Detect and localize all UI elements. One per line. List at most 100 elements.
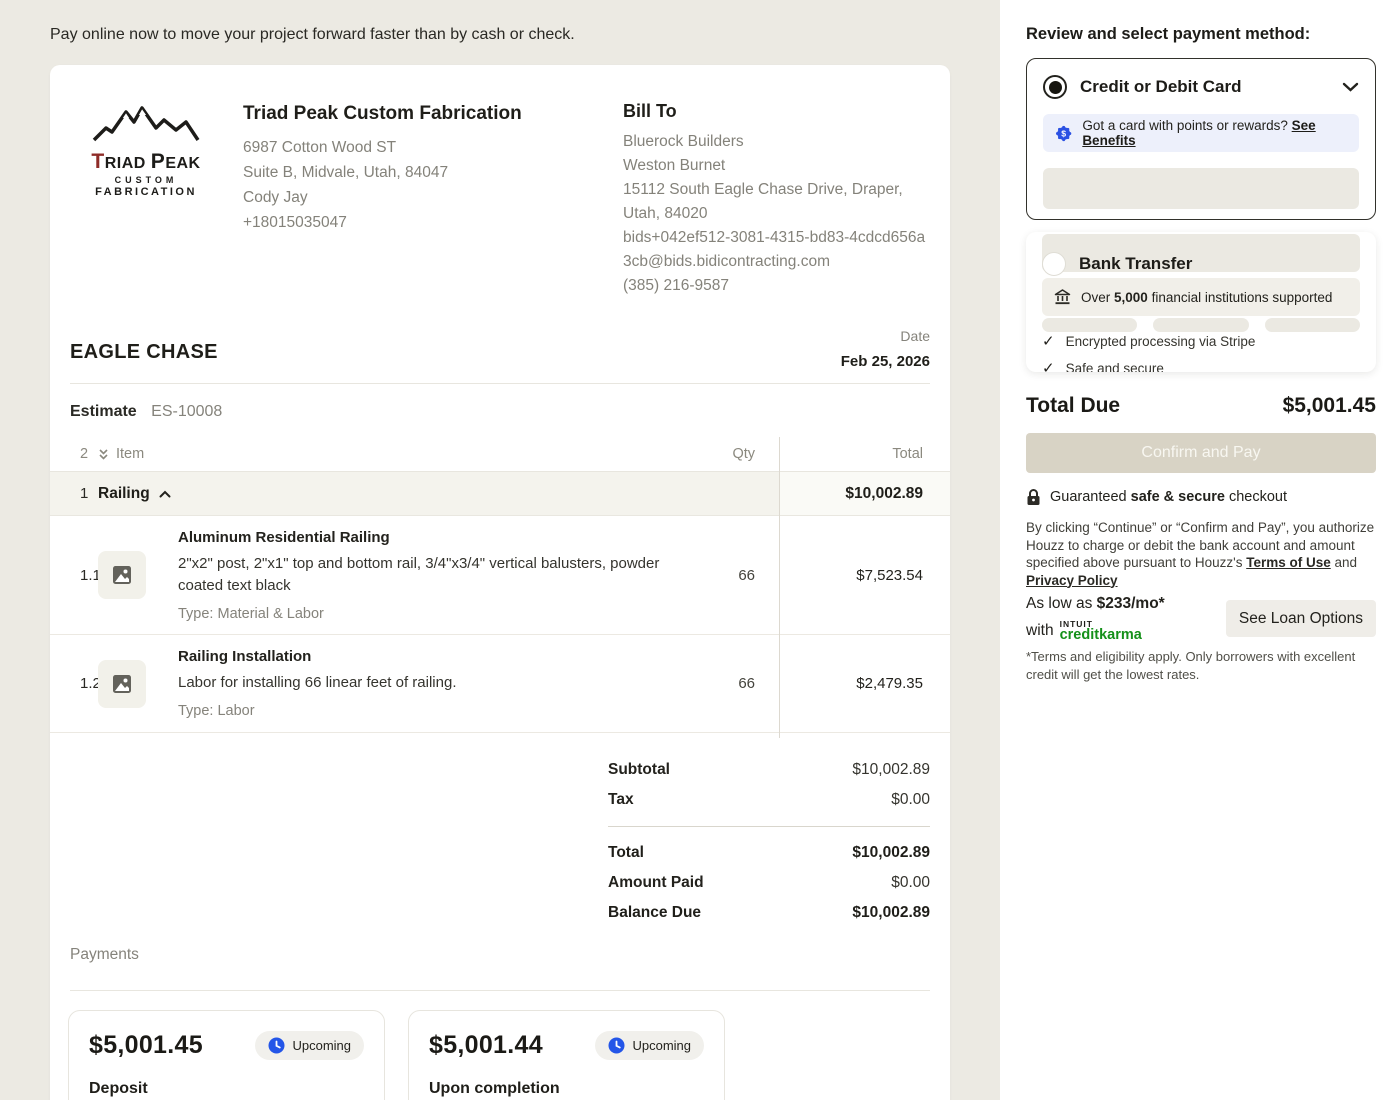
collapse-all-icon[interactable]	[98, 448, 109, 461]
item-total: $2,479.35	[779, 675, 923, 692]
pay-online-banner: Pay online now to move your project forw…	[50, 26, 575, 44]
rewards-text: Got a card with points or rewards?	[1082, 118, 1291, 133]
estimate-label: Estimate	[70, 403, 137, 420]
estimate-number: ES-10008	[151, 403, 222, 420]
chevron-up-icon[interactable]	[159, 490, 171, 498]
payment-schedule: $5,001.45 Upcoming Deposit $5,001.44	[68, 1010, 725, 1100]
item-column-header: Item	[116, 446, 144, 462]
vendor-phone: +18015035047	[243, 210, 553, 235]
and-text: and	[1331, 555, 1357, 570]
terms-of-use-link[interactable]: Terms of Use	[1246, 555, 1331, 570]
confirm-and-pay-button[interactable]: Confirm and Pay	[1026, 433, 1376, 473]
image-placeholder-icon	[112, 565, 132, 585]
feature-safe: Safe and secure	[1066, 361, 1164, 373]
line-items-table: 2 Item Qty Total 1 Railing	[50, 437, 950, 733]
creditkarma-wordmark: creditkarma	[1060, 628, 1142, 643]
feature-encrypted: Encrypted processing via Stripe	[1066, 334, 1256, 349]
bill-to-phone: (385) 216-9587	[623, 274, 930, 298]
total-due-row: Total Due $5,001.45	[1026, 394, 1376, 418]
badge-label: Upcoming	[292, 1038, 351, 1053]
tax-value: $0.00	[891, 791, 930, 809]
check-icon: ✓	[1042, 332, 1055, 350]
image-placeholder-icon	[112, 674, 132, 694]
bill-to-email: bids+042ef512-3081-4315-bd83-4cdcd656a3c…	[623, 226, 930, 274]
item-description: Labor for installing 66 linear feet of r…	[178, 672, 685, 694]
item-total: $7,523.54	[779, 567, 923, 584]
see-loan-options-button[interactable]: See Loan Options	[1226, 600, 1376, 637]
authorization-disclaimer: By clicking “Continue” or “Confirm and P…	[1026, 519, 1378, 589]
badge-label: Upcoming	[632, 1038, 691, 1053]
item-type: Type: Material & Labor	[178, 606, 685, 622]
payment-card-deposit: $5,001.45 Upcoming Deposit	[68, 1010, 385, 1100]
institutions-prefix: Over	[1081, 290, 1114, 305]
line-item-row: 1.1 Aluminum Residential Railing 2"x2" p…	[50, 516, 950, 635]
item-description: 2"x2" post, 2"x1" top and bottom rail, 3…	[178, 553, 685, 597]
item-index: 1.2	[50, 675, 98, 692]
check-icon: ✓	[1042, 359, 1055, 372]
bank-transfer-label: Bank Transfer	[1079, 254, 1192, 274]
vendor-address-line1: 6987 Cotton Wood ST	[243, 135, 553, 160]
payment-card-completion: $5,001.44 Upcoming Upon completion	[408, 1010, 725, 1100]
item-index: 1.1	[50, 567, 98, 584]
loan-prefix: As low as	[1026, 595, 1097, 612]
invoice-header: Triad Peak CUSTOM FABRICATION Triad Peak…	[85, 98, 930, 298]
loan-fine-print: *Terms and eligibility apply. Only borro…	[1026, 648, 1378, 683]
table-row-count: 2	[50, 446, 98, 462]
total-due-label: Total Due	[1026, 394, 1120, 418]
bill-to-section: Bill To Bluerock Builders Weston Burnet …	[623, 98, 930, 298]
bill-to-address: 15112 South Eagle Chase Drive, Draper, U…	[623, 178, 930, 226]
logo-fabrication-text: FABRICATION	[85, 186, 207, 198]
item-qty: 66	[695, 675, 755, 692]
credit-card-label: Credit or Debit Card	[1080, 77, 1242, 97]
amount-paid-label: Amount Paid	[608, 874, 704, 892]
invoice-card: Triad Peak CUSTOM FABRICATION Triad Peak…	[50, 65, 950, 1100]
payment-label: Upon completion	[429, 1080, 704, 1098]
vendor-address-line2: Suite B, Midvale, Utah, 84047	[243, 160, 553, 185]
vendor-logo: Triad Peak CUSTOM FABRICATION	[85, 98, 207, 298]
payment-method-heading: Review and select payment method:	[1026, 25, 1310, 44]
guarantee-bold: safe & secure	[1131, 489, 1225, 505]
group-name: Railing	[98, 485, 150, 503]
invoice-pane-background: Pay online now to move your project forw…	[0, 0, 1000, 1100]
line-item-row: 1.2 Railing Installation Labor for insta…	[50, 635, 950, 733]
payment-amount: $5,001.45	[89, 1031, 203, 1060]
lock-icon	[1026, 488, 1041, 506]
bill-to-contact: Weston Burnet	[623, 154, 930, 178]
mountain-logo-icon	[92, 98, 200, 148]
card-form-skeleton	[1043, 168, 1359, 209]
logo-wordmark: Triad Peak	[85, 153, 207, 173]
loan-amount: $233/mo*	[1097, 595, 1165, 612]
bill-to-company: Bluerock Builders	[623, 130, 930, 154]
divider	[70, 383, 930, 384]
item-title: Aluminum Residential Railing	[178, 529, 685, 546]
svg-text:$: $	[1061, 128, 1066, 138]
date-value: Feb 25, 2026	[841, 353, 930, 370]
item-thumbnail	[98, 551, 146, 599]
bank-transfer-option[interactable]: Bank Transfer Over 5,000 financial insti…	[1026, 232, 1376, 372]
upcoming-badge: Upcoming	[255, 1031, 364, 1060]
privacy-policy-link[interactable]: Privacy Policy	[1026, 573, 1118, 588]
date-block: Date Feb 25, 2026	[841, 328, 930, 370]
total-value: $10,002.89	[852, 844, 930, 862]
total-column-header: Total	[779, 446, 923, 462]
subtotal-label: Subtotal	[608, 761, 670, 779]
item-group-row[interactable]: 1 Railing $10,002.89	[50, 472, 950, 516]
credit-card-option[interactable]: Credit or Debit Card $ Got a card with p…	[1026, 58, 1376, 220]
bank-logos-skeleton	[1042, 318, 1360, 332]
institutions-banner: Over 5,000 financial institutions suppor…	[1042, 278, 1360, 316]
institutions-suffix: financial institutions supported	[1148, 290, 1333, 305]
totals-divider	[608, 826, 930, 827]
amount-paid-value: $0.00	[891, 874, 930, 892]
project-name: EAGLE CHASE	[70, 341, 218, 370]
table-header: 2 Item Qty Total	[50, 437, 950, 472]
bank-transfer-radio[interactable]	[1042, 252, 1066, 276]
checkout-sidebar: Review and select payment method: Credit…	[1000, 0, 1400, 1100]
totals-section: Subtotal $10,002.89 Tax $0.00 Total $10,…	[608, 755, 930, 928]
loan-with: with	[1026, 622, 1054, 640]
payments-heading: Payments	[70, 946, 139, 964]
logo-custom-text: CUSTOM	[85, 175, 207, 185]
credit-card-radio[interactable]	[1043, 75, 1067, 99]
bill-to-heading: Bill To	[623, 101, 930, 122]
chevron-down-icon[interactable]	[1342, 82, 1359, 92]
balance-due-label: Balance Due	[608, 904, 701, 922]
